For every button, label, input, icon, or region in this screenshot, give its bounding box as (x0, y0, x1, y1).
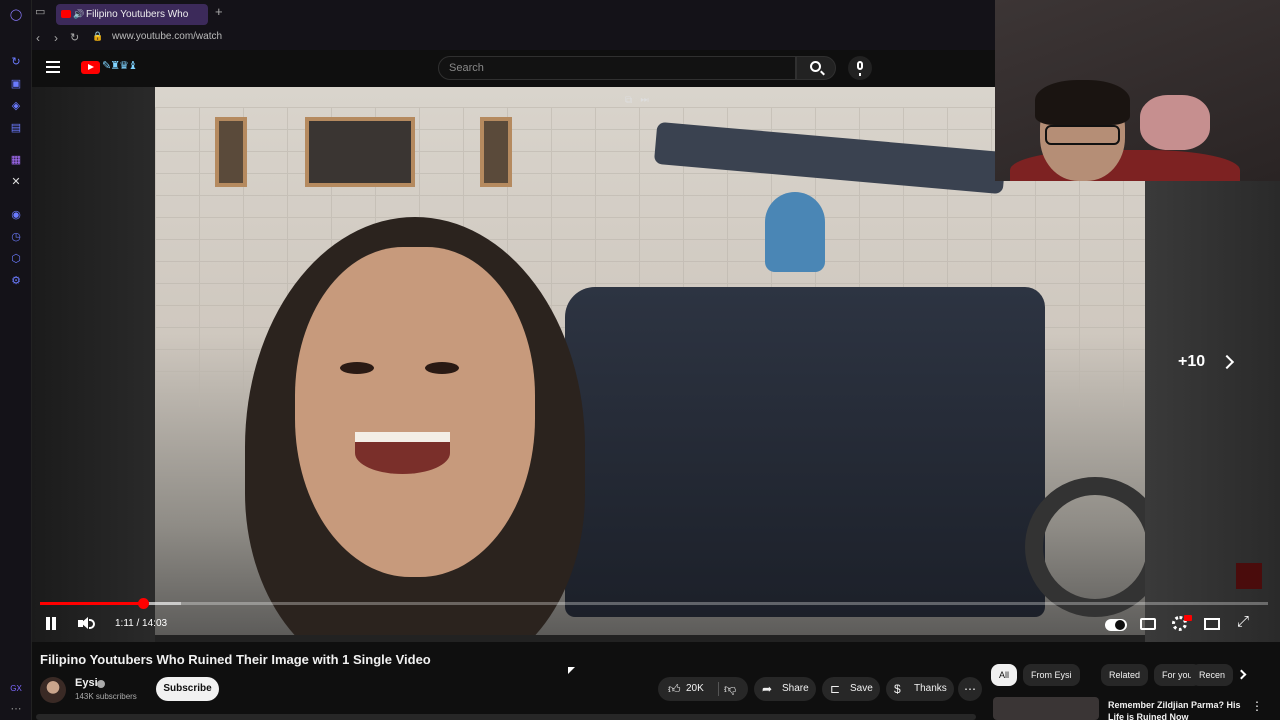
channel-name[interactable]: Eysi (75, 677, 98, 689)
webcam-hair (1035, 80, 1130, 125)
description-box[interactable] (36, 714, 976, 720)
skip-forward-label[interactable]: +10 (1178, 353, 1205, 371)
miniplayer-overlay-icon[interactable]: ⧉ ⏭ (625, 95, 649, 106)
tricycle-sidecar (565, 287, 1045, 617)
forward-icon[interactable]: › (54, 31, 58, 45)
sidebar-extensions-icon[interactable]: ⬡ (9, 252, 23, 266)
fullscreen-icon[interactable] (1237, 613, 1253, 632)
webcam-hand (1140, 95, 1210, 150)
more-options-icon[interactable]: ⋮ (1251, 699, 1263, 713)
stream-overlay-badge (1236, 563, 1262, 589)
chip-all[interactable]: All (991, 664, 1018, 686)
sidebar-app-icon[interactable]: ▤ (9, 121, 23, 135)
hd-badge (1184, 615, 1192, 621)
thanks-label: Thanks (914, 683, 947, 694)
time-display: 1:11 / 14:03 (115, 618, 168, 629)
menu-icon[interactable] (46, 61, 60, 73)
chip-related[interactable]: Related (1101, 664, 1149, 686)
thumbs-down-icon[interactable]: 👎︎ (724, 677, 736, 701)
captions-icon[interactable] (1140, 618, 1156, 630)
recommendation-thumbnail[interactable] (993, 697, 1099, 720)
thanks-button[interactable]: $ Thanks (886, 677, 954, 701)
youtube-favicon-icon (61, 10, 71, 18)
workspace-icon[interactable]: ▭ (35, 5, 45, 18)
tab-youtube[interactable]: 🔊 Filipino Youtubers Who (56, 4, 208, 25)
tab-title: Filipino Youtubers Who (86, 9, 189, 20)
search-icon (810, 61, 821, 72)
person-eye (340, 362, 374, 374)
sidebar-x-icon[interactable]: ✕ (9, 175, 23, 189)
like-dislike-group: 👍︎ 20K 👎︎ (658, 677, 748, 701)
wall-window (480, 117, 512, 187)
sidebar-more-icon[interactable]: ⋯ (9, 702, 23, 716)
sidebar-player-icon[interactable]: ◉ (9, 208, 23, 222)
save-label: Save (850, 683, 873, 694)
person-eye (425, 362, 459, 374)
thanks-icon: $ (894, 682, 901, 696)
sidebar-messenger-icon[interactable]: ◈ (9, 99, 23, 113)
progress-bar[interactable] (40, 598, 1268, 609)
person-mouth (355, 432, 450, 474)
sidebar-twitch-app-icon[interactable]: ▦ (9, 153, 23, 167)
like-count[interactable]: 20K (686, 677, 704, 701)
speaker-icon[interactable]: 🔊 (73, 4, 84, 25)
thumbs-up-icon[interactable]: 👍︎ (668, 677, 681, 701)
browser-sidebar: ◯ ↻ ▣ ◈ ▤ ▦ ✕ ◉ ◷ ⬡ ⚙ GX ⋯ (0, 0, 32, 720)
back-icon[interactable]: ‹ (36, 31, 40, 45)
save-button[interactable]: ⊏ Save (822, 677, 880, 701)
webcam-glasses (1045, 125, 1120, 145)
sidebar-gx-icon[interactable]: GX (9, 682, 23, 696)
subscriber-count: 143K subscribers (75, 692, 137, 701)
new-tab-icon[interactable]: + (215, 4, 223, 19)
like-divider (718, 682, 719, 696)
mic-icon (857, 61, 863, 76)
youtube-logo[interactable] (81, 61, 100, 74)
wall-window (305, 117, 415, 187)
progress-played (40, 602, 144, 605)
theater-mode-icon[interactable] (1204, 618, 1220, 630)
share-button[interactable]: ➦ Share (754, 677, 816, 701)
sidebar-settings-icon[interactable]: ⚙ (9, 274, 23, 288)
recommendation-title[interactable]: Remember Zildjian Parma? His Life is Rui… (1108, 699, 1242, 720)
chip-recent[interactable]: Recen (1191, 664, 1234, 686)
address-bar: ‹ › ↻ 🔒 www.youtube.com/watch (32, 28, 995, 50)
bookmark-icon: ⊏ (830, 682, 841, 696)
lock-icon: 🔒 (92, 31, 104, 41)
tab-bar: ▭ 🔊 Filipino Youtubers Who + (32, 0, 995, 28)
share-label: Share (782, 683, 809, 694)
wall-window (215, 117, 247, 187)
url-field[interactable]: www.youtube.com/watch (112, 31, 222, 42)
voice-search-button[interactable] (848, 56, 872, 80)
search-button[interactable] (796, 56, 836, 80)
sidebar-twitch-icon[interactable]: ▣ (9, 77, 23, 91)
subscribe-button[interactable]: Subscribe (156, 677, 219, 701)
share-icon: ➦ (762, 682, 773, 696)
avatar[interactable] (40, 677, 66, 703)
pause-button[interactable] (44, 616, 58, 632)
doodle-decoration-icon[interactable]: ✎♜♛♝ (102, 59, 138, 72)
youtube-masthead: ✎♜♛♝ Search (32, 50, 995, 87)
mouse-cursor-icon (568, 667, 575, 674)
search-input[interactable]: Search (438, 56, 796, 80)
rider-figure (765, 192, 825, 272)
autoplay-toggle[interactable] (1105, 619, 1127, 631)
webcam-overlay (995, 0, 1280, 181)
player-blur-left (32, 87, 155, 642)
sidebar-history-icon[interactable]: ◷ (9, 230, 23, 244)
person-face (295, 247, 535, 577)
sidebar-refresh-icon[interactable]: ↻ (9, 55, 23, 69)
verified-icon (97, 680, 105, 688)
chip-from-eysi[interactable]: From Eysi (1023, 664, 1080, 686)
browser-logo-icon[interactable]: ◯ (9, 8, 23, 22)
video-title: Filipino Youtubers Who Ruined Their Imag… (40, 652, 431, 667)
reload-icon[interactable]: ↻ (70, 31, 79, 44)
more-actions-icon[interactable]: ⋯ (958, 677, 982, 701)
